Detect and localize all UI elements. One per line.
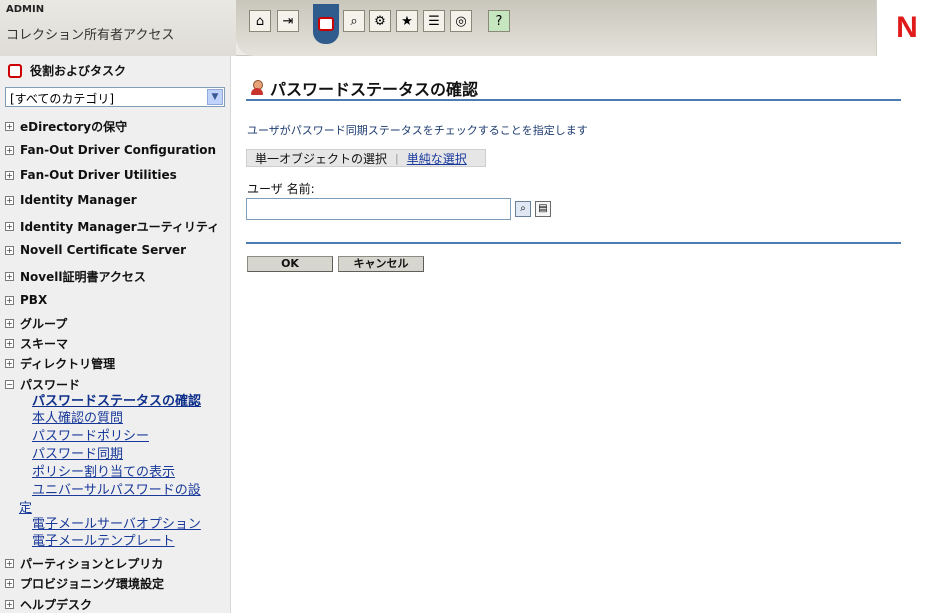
task-list-icon[interactable]: ☰ — [423, 10, 445, 32]
object-history-icon[interactable]: ▤ — [535, 201, 551, 217]
task-universal-password-settings[interactable]: ユニバーサルパスワードの設 — [32, 479, 201, 498]
expand-icon[interactable]: + — [5, 295, 14, 305]
category-label: スキーマ — [20, 337, 69, 351]
expand-icon[interactable]: + — [5, 579, 14, 588]
view-objects-icon[interactable]: ⌕ — [343, 10, 365, 32]
expand-icon[interactable]: + — [5, 359, 14, 368]
search-icon[interactable]: ⌕ — [515, 201, 531, 217]
collection-name: コレクション所有者アクセス — [6, 28, 175, 43]
roles-tasks-icon[interactable] — [313, 4, 339, 44]
task-content: パスワードステータスの確認 ユーザがパスワード同期ステータスをチェックすることを… — [232, 56, 937, 613]
collapse-icon[interactable]: − — [5, 380, 14, 389]
single-object-mode: 単一オブジェクトの選択 — [255, 151, 388, 166]
expand-icon[interactable]: + — [5, 272, 14, 281]
simple-selection-link[interactable]: 単純な選択 — [399, 150, 467, 167]
expand-icon[interactable]: + — [5, 170, 14, 180]
logged-in-user: ADMIN — [6, 4, 45, 15]
category-label: ヘルプデスク — [20, 598, 93, 612]
expand-icon[interactable]: + — [5, 319, 14, 328]
task-email-templates[interactable]: 電子メールテンプレート — [32, 530, 175, 549]
category-label: PBX — [20, 293, 48, 307]
expand-icon[interactable]: + — [5, 145, 14, 155]
category-fanout-utilities[interactable]: + Fan-Out Driver Utilities — [5, 168, 177, 182]
help-icon[interactable]: ? — [488, 10, 510, 32]
category-select[interactable]: [すべてのカテゴリ] ▼ — [5, 87, 225, 107]
category-groups[interactable]: + グループ — [5, 315, 67, 332]
category-cert-access[interactable]: + Novell証明書アクセス — [5, 268, 146, 285]
app-header: ADMIN コレクション所有者アクセス ⌂ ⇥ ⌕ ⚙ ★ ☰ ◎ ? N — [0, 0, 937, 56]
category-label: Identity Manager — [20, 193, 137, 207]
user-name-label: ユーザ 名前: — [247, 182, 315, 196]
chevron-down-icon[interactable]: ▼ — [207, 89, 223, 105]
task-view-policy-assignments[interactable]: ポリシー割り当ての表示 — [32, 461, 175, 480]
category-edirectory-maintenance[interactable]: + eDirectoryの保守 — [5, 118, 127, 135]
category-label: eDirectoryの保守 — [20, 120, 128, 134]
panel-title: 役割およびタスク — [8, 62, 126, 79]
expand-icon[interactable]: + — [5, 339, 14, 348]
expand-icon[interactable]: + — [5, 600, 14, 609]
category-label: グループ — [20, 317, 68, 331]
selection-mode-bar: 単一オブジェクトの選択 | 単純な選択 — [246, 149, 486, 167]
category-help-desk[interactable]: + ヘルプデスク — [5, 596, 92, 613]
page-title: パスワードステータスの確認 — [250, 76, 478, 100]
roles-tasks-panel: 役割およびタスク [すべてのカテゴリ] ▼ + eDirectoryの保守 + Fa… — [0, 56, 231, 613]
category-label: パーティションとレプリカ — [20, 557, 164, 571]
configure-icon[interactable]: ⚙ — [369, 10, 391, 32]
task-universal-password-settings-wrap[interactable]: 定 — [19, 497, 32, 516]
category-label: プロビジョニング環境設定 — [20, 577, 165, 591]
category-provisioning-settings[interactable]: + プロビジョニング環境設定 — [5, 575, 164, 592]
category-label: Novell証明書アクセス — [20, 270, 146, 284]
category-label: Novell Certificate Server — [20, 243, 187, 257]
roles-icon — [8, 63, 22, 78]
expand-icon[interactable]: + — [5, 245, 14, 255]
cancel-button[interactable]: キャンセル — [338, 256, 424, 272]
panel-title-label: 役割およびタスク — [30, 64, 127, 78]
category-pbx[interactable]: + PBX — [5, 293, 47, 307]
header-identity: ADMIN コレクション所有者アクセス — [0, 0, 236, 56]
page-title-label: パスワードステータスの確認 — [270, 80, 479, 99]
category-label: Fan-Out Driver Utilities — [20, 168, 177, 182]
category-directory-admin[interactable]: + ディレクトリ管理 — [5, 355, 115, 372]
novell-logo: N — [876, 0, 937, 56]
exit-icon[interactable]: ⇥ — [277, 10, 299, 32]
task-challenge-questions[interactable]: 本人確認の質問 — [32, 407, 123, 426]
expand-icon[interactable]: + — [5, 222, 14, 231]
category-partitions-replicas[interactable]: + パーティションとレプリカ — [5, 555, 163, 572]
task-password-sync[interactable]: パスワード同期 — [32, 443, 123, 462]
form-divider — [246, 242, 901, 244]
user-name-input[interactable] — [246, 198, 511, 220]
category-schema[interactable]: + スキーマ — [5, 335, 68, 352]
category-label: Fan-Out Driver Configuration — [20, 143, 217, 157]
category-idm-utilities[interactable]: + Identity Managerユーティリティ — [5, 218, 219, 235]
category-label: ディレクトリ管理 — [20, 357, 116, 371]
user-icon — [250, 80, 264, 96]
category-identity-manager[interactable]: + Identity Manager — [5, 193, 137, 207]
task-password-policies[interactable]: パスワードポリシー — [32, 425, 149, 444]
category-select-value: [すべてのカテゴリ] — [10, 92, 115, 106]
home-icon[interactable]: ⌂ — [249, 10, 271, 32]
expand-icon[interactable]: + — [5, 195, 14, 205]
category-cert-server[interactable]: + Novell Certificate Server — [5, 243, 186, 257]
title-divider — [246, 99, 901, 101]
category-label: Identity Managerユーティリティ — [20, 220, 220, 234]
expand-icon[interactable]: + — [5, 122, 14, 131]
identity-icon[interactable]: ◎ — [450, 10, 472, 32]
task-description: ユーザがパスワード同期ステータスをチェックすることを指定します — [247, 124, 588, 137]
category-fanout-config[interactable]: + Fan-Out Driver Configuration — [5, 143, 216, 157]
favorites-icon[interactable]: ★ — [396, 10, 418, 32]
expand-icon[interactable]: + — [5, 559, 14, 568]
ok-button[interactable]: OK — [247, 256, 333, 272]
